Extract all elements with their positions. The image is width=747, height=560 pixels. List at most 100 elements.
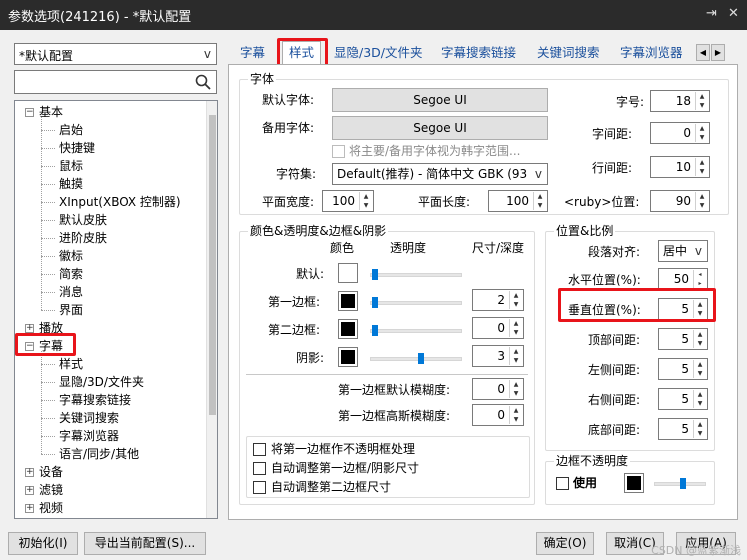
tree-item[interactable]: 界面 — [59, 301, 83, 319]
tab-search-link[interactable]: 字幕搜索链接 — [441, 44, 516, 64]
tree-item[interactable]: 字幕浏览器 — [59, 427, 119, 445]
scrollbar-thumb[interactable] — [209, 115, 216, 415]
border-opacity-slider[interactable] — [680, 478, 687, 489]
tree-item[interactable]: 样式 — [59, 355, 83, 373]
spin-down-icon[interactable]: ▼ — [694, 339, 706, 348]
tree-item[interactable]: 快捷键 — [59, 139, 95, 157]
use-border-opacity-checkbox[interactable] — [556, 477, 569, 490]
charset-select[interactable]: Default(推荐) - 简体中文 GBK (936) v — [332, 163, 548, 185]
border1-size-spinner[interactable]: 2 ▲ ▼ — [472, 289, 524, 311]
search-input[interactable] — [14, 70, 217, 94]
expand-icon[interactable]: + — [25, 468, 34, 477]
tree-item[interactable]: 默认皮肤 — [59, 211, 107, 229]
align-select[interactable]: 居中 v — [658, 240, 708, 262]
border1-color-swatch[interactable] — [338, 291, 358, 311]
tree-item[interactable]: 语言/同步/其他 — [59, 445, 139, 463]
plane-width-spinner[interactable]: 100 ▲ ▼ — [322, 190, 374, 212]
pin-icon[interactable]: ⇥ — [706, 6, 717, 21]
expand-icon[interactable]: + — [25, 486, 34, 495]
spin-down-icon[interactable]: ▼ — [510, 356, 522, 365]
top-margin-spinner[interactable]: 5 ▲ ▼ — [658, 328, 708, 350]
spin-up-icon[interactable]: ▲ — [510, 291, 522, 300]
shadow-opacity-slider[interactable] — [418, 353, 425, 364]
korean-range-checkbox[interactable] — [332, 145, 345, 158]
tree-category[interactable]: 滤镜 — [39, 481, 63, 499]
tree-item[interactable]: 进阶皮肤 — [59, 229, 107, 247]
spin-up-icon[interactable]: ▲ — [696, 124, 708, 133]
spin-down-icon[interactable]: ▼ — [694, 369, 706, 378]
spin-down-icon[interactable]: ▼ — [510, 389, 522, 398]
spin-down-icon[interactable]: ▼ — [694, 399, 706, 408]
auto-border1-checkbox[interactable] — [253, 462, 266, 475]
spin-down-icon[interactable]: ▸ — [694, 279, 706, 288]
tree-item[interactable]: 显隐/3D/文件夹 — [59, 373, 144, 391]
border1-blur-spinner[interactable]: 0 ▲ ▼ — [472, 378, 524, 400]
h-pos-spinner[interactable]: 50 ◂ ▸ — [658, 268, 708, 290]
tree-item[interactable]: XInput(XBOX 控制器) — [59, 193, 181, 211]
tree-scrollbar[interactable] — [206, 101, 217, 518]
spin-down-icon[interactable]: ▼ — [696, 201, 708, 210]
backup-font-button[interactable]: Segoe UI — [332, 116, 548, 140]
spin-up-icon[interactable]: ▲ — [360, 192, 372, 201]
ok-button[interactable]: 确定(O) — [536, 532, 594, 555]
spin-up-icon[interactable]: ▲ — [696, 192, 708, 201]
border-opacity-color-swatch[interactable] — [624, 473, 644, 493]
tree-category[interactable]: 基本 — [39, 103, 63, 121]
tab-display-3d[interactable]: 显隐/3D/文件夹 — [334, 44, 423, 64]
spin-up-icon[interactable]: ▲ — [510, 347, 522, 356]
spin-up-icon[interactable]: ▲ — [694, 330, 706, 339]
tree-category[interactable]: 设备 — [39, 463, 63, 481]
spin-up-icon[interactable]: ▲ — [510, 380, 522, 389]
spin-down-icon[interactable]: ▼ — [510, 328, 522, 337]
expand-icon[interactable]: + — [25, 324, 34, 333]
right-margin-spinner[interactable]: 5 ▲ ▼ — [658, 388, 708, 410]
preset-select[interactable]: *默认配置 v — [14, 43, 217, 65]
tree-item[interactable]: 简索 — [59, 265, 83, 283]
font-size-spinner[interactable]: 18 ▲ ▼ — [650, 90, 710, 112]
shadow-size-spinner[interactable]: 3 ▲ ▼ — [472, 345, 524, 367]
spin-up-icon[interactable]: ▲ — [510, 406, 522, 415]
spin-up-icon[interactable]: ▲ — [534, 192, 546, 201]
border2-size-spinner[interactable]: 0 ▲ ▼ — [472, 317, 524, 339]
spin-down-icon[interactable]: ▼ — [696, 167, 708, 176]
border1-opacity-slider[interactable] — [372, 297, 378, 308]
expand-icon[interactable]: + — [25, 504, 34, 513]
tree-item[interactable]: 字幕搜索链接 — [59, 391, 131, 409]
tree-item[interactable]: 启始 — [59, 121, 83, 139]
border1-gauss-spinner[interactable]: 0 ▲ ▼ — [472, 404, 524, 426]
tree-item[interactable]: 鼠标 — [59, 157, 83, 175]
tab-scroll-left-icon[interactable]: ◀ — [696, 44, 710, 61]
spin-down-icon[interactable]: ▼ — [510, 300, 522, 309]
spin-down-icon[interactable]: ▼ — [694, 429, 706, 438]
tab-scroll-right-icon[interactable]: ▶ — [711, 44, 725, 61]
line-spacing-spinner[interactable]: 10 ▲ ▼ — [650, 156, 710, 178]
tree-item[interactable]: 徽标 — [59, 247, 83, 265]
spin-down-icon[interactable]: ▼ — [510, 415, 522, 424]
spin-up-icon[interactable]: ▲ — [696, 92, 708, 101]
left-margin-spinner[interactable]: 5 ▲ ▼ — [658, 358, 708, 380]
spin-down-icon[interactable]: ▼ — [360, 201, 372, 210]
spin-up-icon[interactable]: ◂ — [694, 270, 706, 279]
border2-color-swatch[interactable] — [338, 319, 358, 339]
export-config-button[interactable]: 导出当前配置(S)... — [84, 532, 206, 555]
auto-border2-checkbox[interactable] — [253, 481, 266, 494]
search-icon[interactable] — [194, 73, 212, 91]
spin-up-icon[interactable]: ▲ — [694, 420, 706, 429]
tab-subtitle[interactable]: 字幕 — [240, 44, 265, 64]
default-opacity-slider[interactable] — [372, 269, 378, 280]
tree-item[interactable]: 关键词搜索 — [59, 409, 119, 427]
spin-down-icon[interactable]: ▼ — [696, 133, 708, 142]
spin-up-icon[interactable]: ▲ — [694, 390, 706, 399]
opaque-box-checkbox[interactable] — [253, 443, 266, 456]
spin-up-icon[interactable]: ▲ — [694, 360, 706, 369]
bottom-margin-spinner[interactable]: 5 ▲ ▼ — [658, 418, 708, 440]
default-color-swatch[interactable] — [338, 263, 358, 283]
spin-down-icon[interactable]: ▼ — [534, 201, 546, 210]
tree-item[interactable]: 触摸 — [59, 175, 83, 193]
tab-keyword-search[interactable]: 关键词搜索 — [537, 44, 600, 64]
close-icon[interactable]: ✕ — [728, 6, 739, 21]
default-font-button[interactable]: Segoe UI — [332, 88, 548, 112]
char-spacing-spinner[interactable]: 0 ▲ ▼ — [650, 122, 710, 144]
collapse-icon[interactable]: − — [25, 108, 34, 117]
tab-subtitle-browser[interactable]: 字幕浏览器 — [620, 44, 683, 64]
